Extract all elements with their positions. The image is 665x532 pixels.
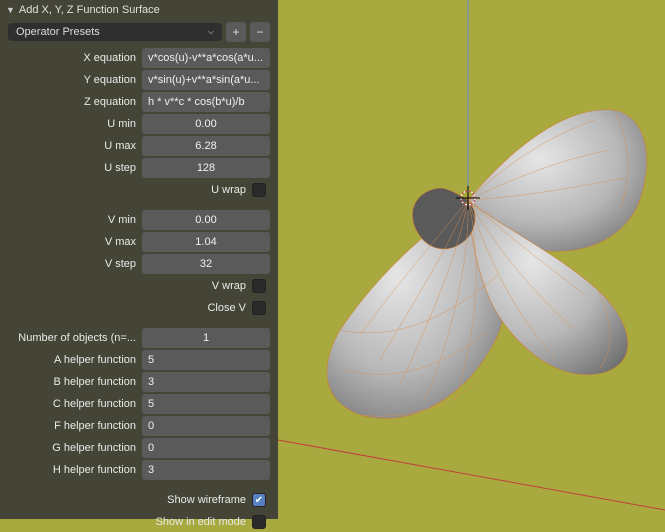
f-helper-input[interactable]: 0 [142, 416, 270, 436]
c-helper-label: C helper function [8, 398, 138, 410]
x-equation-label: X equation [8, 52, 138, 64]
operator-presets-dropdown[interactable]: Operator Presets ⌵ [8, 23, 222, 41]
v-min-label: V min [8, 214, 138, 226]
close-v-checkbox[interactable] [252, 301, 266, 315]
axis-x [278, 440, 665, 510]
z-equation-input[interactable]: h * v**c * cos(b*u)/b [142, 92, 270, 112]
operator-panel: ▼ Add X, Y, Z Function Surface Operator … [0, 0, 278, 519]
show-wireframe-label: Show wireframe [167, 494, 246, 506]
h-helper-label: H helper function [8, 464, 138, 476]
v-step-label: V step [8, 258, 138, 270]
c-helper-input[interactable]: 5 [142, 394, 270, 414]
n-objects-label: Number of objects (n=... [8, 332, 138, 344]
f-helper-label: F helper function [8, 420, 138, 432]
h-helper-input[interactable]: 3 [142, 460, 270, 480]
u-wrap-label: U wrap [211, 184, 246, 196]
g-helper-label: G helper function [8, 442, 138, 454]
show-wireframe-checkbox[interactable] [252, 493, 266, 507]
close-v-label: Close V [207, 302, 246, 314]
u-max-label: U max [8, 140, 138, 152]
g-helper-input[interactable]: 0 [142, 438, 270, 458]
collapse-triangle-icon: ▼ [6, 5, 15, 15]
show-edit-label: Show in edit mode [156, 516, 247, 528]
v-max-input[interactable]: 1.04 [142, 232, 270, 252]
panel-title: Add X, Y, Z Function Surface [19, 4, 160, 16]
panel-header[interactable]: ▼ Add X, Y, Z Function Surface [0, 0, 278, 22]
b-helper-input[interactable]: 3 [142, 372, 270, 392]
preset-add-button[interactable]: + [226, 22, 246, 42]
u-wrap-checkbox[interactable] [252, 183, 266, 197]
v-step-input[interactable]: 32 [142, 254, 270, 274]
v-wrap-checkbox[interactable] [252, 279, 266, 293]
u-step-label: U step [8, 162, 138, 174]
n-objects-input[interactable]: 1 [142, 328, 270, 348]
z-equation-label: Z equation [8, 96, 138, 108]
x-equation-input[interactable]: v*cos(u)-v**a*cos(a*u... [142, 48, 270, 68]
u-min-input[interactable]: 0.00 [142, 114, 270, 134]
preset-remove-button[interactable]: − [250, 22, 270, 42]
preset-label: Operator Presets [16, 26, 100, 38]
v-max-label: V max [8, 236, 138, 248]
v-wrap-label: V wrap [212, 280, 246, 292]
show-edit-checkbox[interactable] [252, 515, 266, 529]
v-min-input[interactable]: 0.00 [142, 210, 270, 230]
y-equation-label: Y equation [8, 74, 138, 86]
u-step-input[interactable]: 128 [142, 158, 270, 178]
y-equation-input[interactable]: v*sin(u)+v**a*sin(a*u... [142, 70, 270, 90]
u-max-input[interactable]: 6.28 [142, 136, 270, 156]
chevron-down-icon: ⌵ [208, 27, 214, 37]
u-min-label: U min [8, 118, 138, 130]
a-helper-input[interactable]: 5 [142, 350, 270, 370]
b-helper-label: B helper function [8, 376, 138, 388]
surface-mesh [327, 110, 647, 419]
a-helper-label: A helper function [8, 354, 138, 366]
